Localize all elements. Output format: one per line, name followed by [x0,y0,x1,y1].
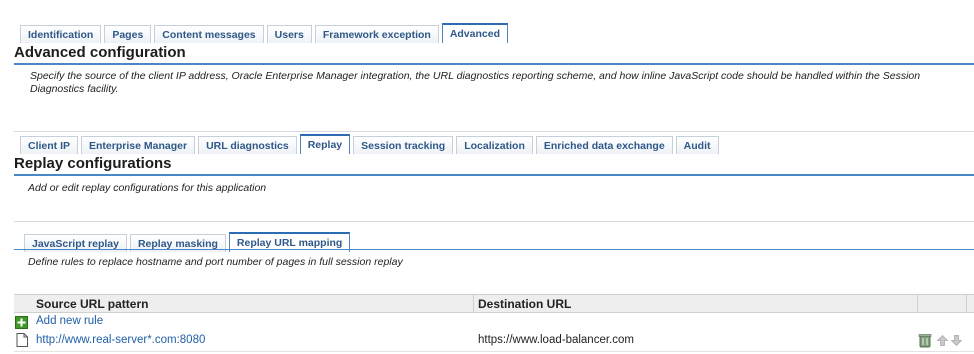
mapping-description-panel: Define rules to replace hostname and por… [14,250,974,290]
trash-icon[interactable] [918,333,932,351]
tab-session-tracking[interactable]: Session tracking [353,136,454,154]
replay-description-panel: Add or edit replay configurations for th… [14,179,974,222]
tab-url-diagnostics[interactable]: URL diagnostics [198,136,297,154]
tab-identification[interactable]: Identification [20,25,102,43]
tab-advanced[interactable]: Advanced [441,23,508,43]
tab-enterprise-manager[interactable]: Enterprise Manager [81,136,196,154]
column-separator [917,295,918,312]
tab-client-ip[interactable]: Client IP [20,136,79,154]
arrow-down-icon[interactable] [950,335,963,349]
destination-url: https://www.load-balancer.com [478,334,634,346]
tab-enriched-data-exchange[interactable]: Enriched data exchange [535,136,673,154]
add-icon[interactable] [15,316,28,332]
replay-description: Add or edit replay configurations for th… [28,182,267,194]
sub-tabbar: Client IP Enterprise Manager URL diagnos… [20,134,722,154]
add-new-rule-link[interactable]: Add new rule [36,315,103,327]
column-separator [473,295,474,312]
tab-localization[interactable]: Localization [456,136,533,154]
advanced-description-panel: Specify the source of the client IP addr… [14,67,974,132]
tab-framework-exception[interactable]: Framework exception [314,25,439,43]
page-title: Advanced configuration [14,44,974,65]
mapping-description: Define rules to replace hostname and por… [28,256,403,268]
column-destination-url: Destination URL [478,297,572,311]
advanced-description: Specify the source of the client IP addr… [30,70,921,95]
add-rule-row: Add new rule [14,314,974,330]
tab-content-messages[interactable]: Content messages [154,25,264,43]
top-tabbar: Identification Pages Content messages Us… [20,23,511,43]
arrow-up-icon[interactable] [936,335,949,349]
tab-users[interactable]: Users [266,25,312,43]
table-row[interactable]: http://www.real-server*.com:8080 https:/… [14,332,974,352]
tab-pages[interactable]: Pages [104,25,152,43]
column-separator [966,295,967,312]
tab-audit[interactable]: Audit [675,136,719,154]
tab-replay[interactable]: Replay [299,134,351,154]
column-source-url: Source URL pattern [36,297,149,311]
page-icon [16,333,28,350]
grid-header: Source URL pattern Destination URL [14,294,974,313]
source-url-link[interactable]: http://www.real-server*.com:8080 [36,334,205,346]
section-title: Replay configurations [14,155,974,176]
